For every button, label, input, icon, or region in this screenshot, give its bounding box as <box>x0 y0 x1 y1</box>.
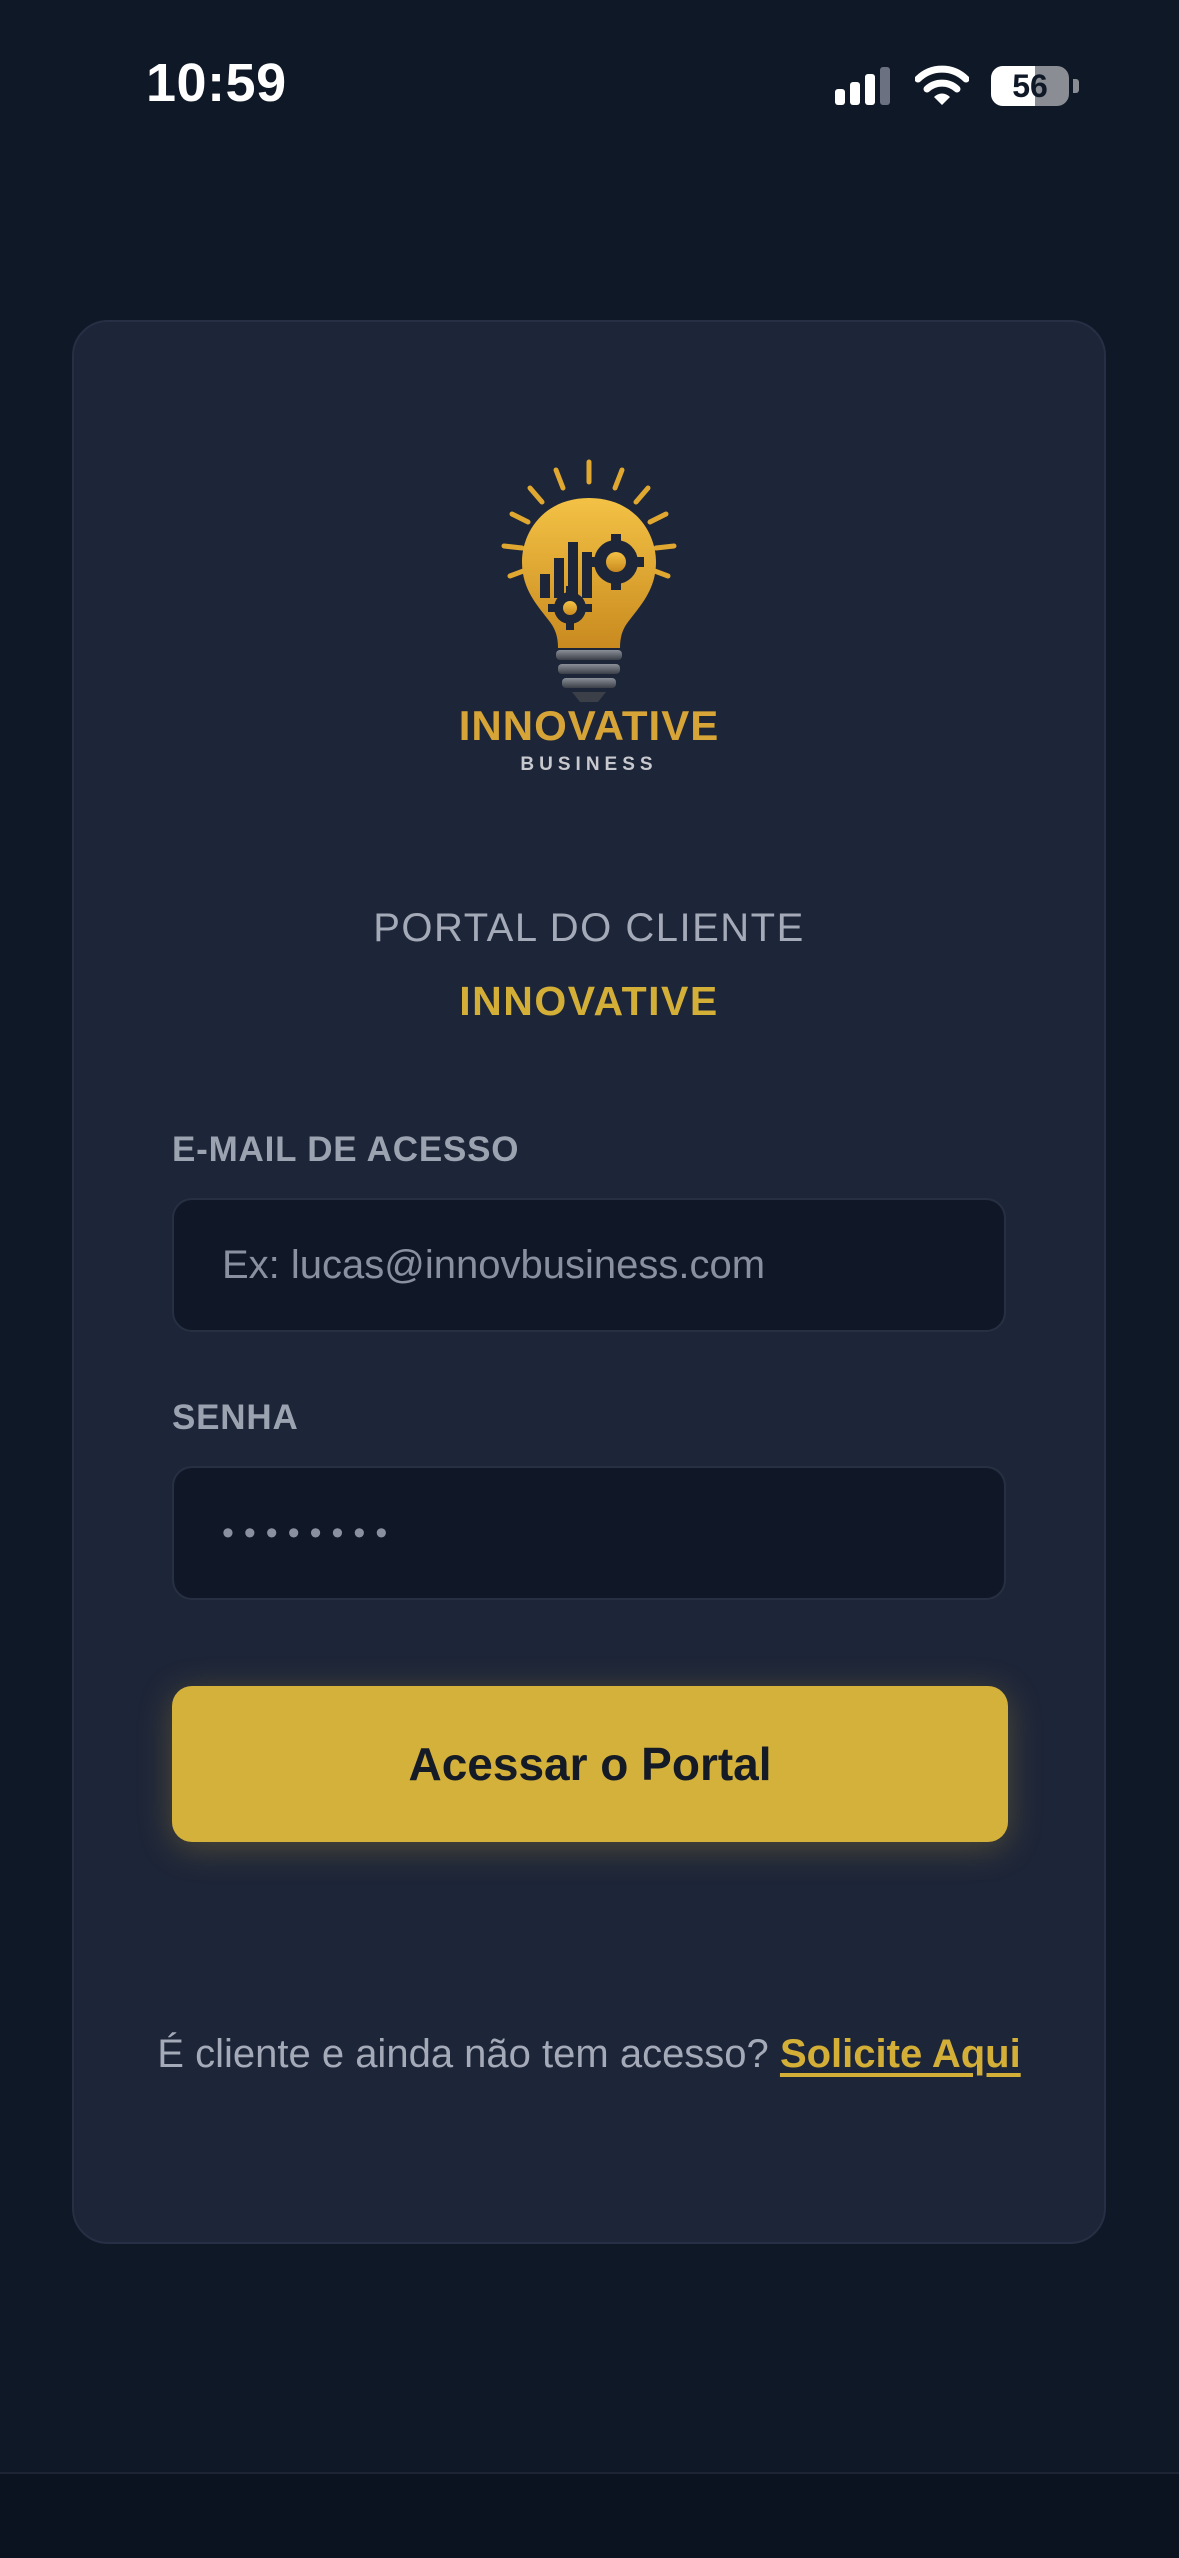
login-card: INNOVATIVE BUSINESS PORTAL DO CLIENTE IN… <box>72 320 1106 2244</box>
status-bar: 10:59 56 <box>0 0 1179 170</box>
password-input[interactable]: •••••••• <box>172 1466 1006 1600</box>
bottom-bar <box>0 2472 1179 2558</box>
brand-logo: INNOVATIVE BUSINESS <box>74 456 1104 796</box>
page-title: PORTAL DO CLIENTE <box>373 906 805 950</box>
cellular-signal-icon <box>835 67 890 105</box>
email-input[interactable] <box>172 1198 1006 1332</box>
signup-prompt: É cliente e ainda não tem acesso? Solici… <box>154 2024 1024 2084</box>
login-button[interactable]: Acessar o Portal <box>172 1686 1008 1842</box>
wifi-icon <box>915 65 969 105</box>
status-icons: 56 <box>833 62 1079 110</box>
battery-icon: 56 <box>991 66 1069 106</box>
lightbulb-gears-icon <box>501 459 677 702</box>
logo-wordmark: INNOVATIVE <box>458 702 720 749</box>
logo-subtext: BUSINESS <box>520 754 658 775</box>
signup-prompt-text: É cliente e ainda não tem acesso? <box>157 2032 769 2076</box>
battery-cap <box>1073 79 1079 93</box>
email-label: E-MAIL DE ACESSO <box>172 1130 520 1169</box>
status-time: 10:59 <box>146 53 287 113</box>
battery-level: 56 <box>1012 67 1048 104</box>
signup-link[interactable]: Solicite Aqui <box>780 2032 1021 2076</box>
password-label: SENHA <box>172 1398 299 1437</box>
page-subtitle: INNOVATIVE <box>459 978 719 1024</box>
